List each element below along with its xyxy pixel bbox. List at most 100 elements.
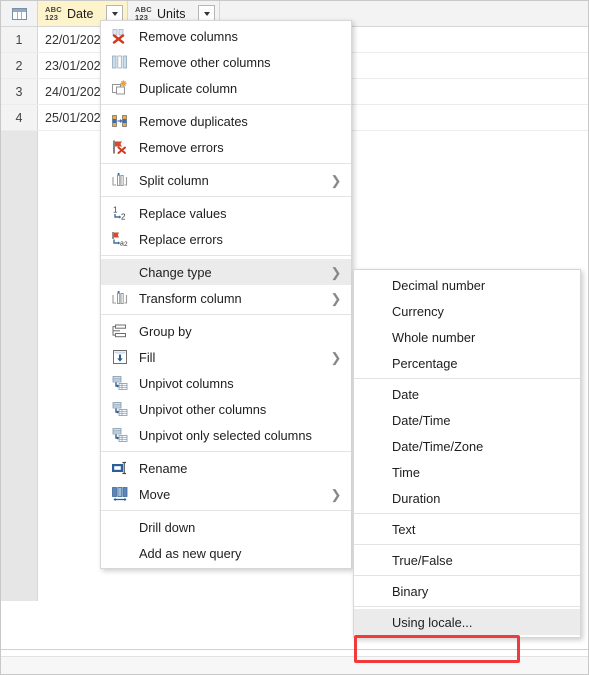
menu-item-label: Unpivot other columns	[139, 401, 267, 417]
submenu-item-duration[interactable]: Duration	[354, 485, 580, 511]
menu-item-label: Move	[139, 486, 171, 502]
submenu-item-using-locale[interactable]: Using locale...	[354, 609, 580, 635]
menu-item-transform-column[interactable]: Transform column ❯	[101, 285, 351, 311]
submenu-item-currency[interactable]: Currency	[354, 298, 580, 324]
submenu-item-whole-number[interactable]: Whole number	[354, 324, 580, 350]
submenu-item-binary[interactable]: Binary	[354, 578, 580, 604]
menu-separator	[101, 196, 351, 197]
menu-item-unpivot-only-selected-columns[interactable]: Unpivot only selected columns	[101, 422, 351, 448]
menu-separator	[101, 451, 351, 452]
group-by-icon	[107, 321, 133, 341]
menu-item-label: Replace errors	[139, 231, 223, 247]
menu-item-remove-errors[interactable]: Remove errors	[101, 134, 351, 160]
menu-item-label: Currency	[392, 303, 444, 319]
row-number: 4	[1, 105, 38, 130]
menu-item-drill-down[interactable]: Drill down	[101, 514, 351, 540]
column-header-label: Date	[67, 6, 94, 21]
menu-separator	[101, 255, 351, 256]
menu-item-rename[interactable]: Rename	[101, 455, 351, 481]
change-type-submenu[interactable]: Decimal number Currency Whole number Per…	[353, 269, 581, 638]
menu-item-replace-errors[interactable]: a 2 Replace errors	[101, 226, 351, 252]
menu-item-label: Remove columns	[139, 28, 238, 44]
menu-item-label: Duration	[392, 490, 441, 506]
menu-separator	[101, 104, 351, 105]
table-icon	[11, 7, 27, 20]
menu-item-label: Group by	[139, 323, 192, 339]
menu-item-replace-values[interactable]: 1 2 Replace values	[101, 200, 351, 226]
fill-icon	[107, 347, 133, 367]
submenu-item-date-time[interactable]: Date/Time	[354, 407, 580, 433]
no-icon	[107, 543, 133, 563]
no-icon	[107, 517, 133, 537]
unpivot-icon	[107, 425, 133, 445]
chevron-right-icon: ❯	[330, 172, 342, 188]
menu-item-label: Time	[392, 464, 420, 480]
menu-item-remove-other-columns[interactable]: Remove other columns	[101, 49, 351, 75]
menu-item-label: Text	[392, 521, 416, 537]
menu-item-label: Duplicate column	[139, 80, 238, 96]
row-number: 2	[1, 53, 38, 78]
unpivot-icon	[107, 399, 133, 419]
menu-item-label: Binary	[392, 583, 429, 599]
menu-item-label: Fill	[139, 349, 156, 365]
menu-item-move[interactable]: Move ❯	[101, 481, 351, 507]
submenu-item-decimal-number[interactable]: Decimal number	[354, 272, 580, 298]
power-query-editor-window: ABC 123 Date ABC 123 Units 1 22/01/202 2…	[0, 0, 589, 675]
abc123-icon: ABC 123	[45, 4, 62, 22]
chevron-down-icon	[111, 11, 118, 16]
chevron-down-icon	[203, 11, 210, 16]
menu-item-fill[interactable]: Fill ❯	[101, 344, 351, 370]
chevron-right-icon: ❯	[330, 290, 342, 306]
submenu-item-percentage[interactable]: Percentage	[354, 350, 580, 376]
menu-item-label: True/False	[392, 552, 453, 568]
menu-item-group-by[interactable]: Group by	[101, 318, 351, 344]
menu-separator	[354, 378, 580, 379]
row-number: 3	[1, 79, 38, 104]
transform-column-icon	[107, 288, 133, 308]
menu-item-label: Transform column	[139, 290, 242, 306]
menu-separator	[101, 163, 351, 164]
menu-item-unpivot-other-columns[interactable]: Unpivot other columns	[101, 396, 351, 422]
status-bar-strip	[1, 656, 588, 674]
menu-item-change-type[interactable]: Change type ❯	[101, 259, 351, 285]
menu-item-label: Drill down	[139, 519, 196, 535]
status-bar	[1, 649, 588, 674]
remove-columns-icon-svg	[112, 29, 125, 44]
menu-item-label: Decimal number	[392, 277, 486, 293]
svg-text:1: 1	[113, 206, 118, 215]
menu-item-label: Whole number	[392, 329, 476, 345]
menu-item-duplicate-column[interactable]: Duplicate column	[101, 75, 351, 101]
remove-errors-icon	[107, 137, 133, 157]
menu-separator	[101, 510, 351, 511]
menu-item-label: Unpivot columns	[139, 375, 234, 391]
submenu-item-time[interactable]: Time	[354, 459, 580, 485]
menu-item-label: Replace values	[139, 205, 227, 221]
column-header-label: Units	[157, 6, 186, 21]
chevron-right-icon: ❯	[330, 264, 342, 280]
chevron-right-icon: ❯	[330, 349, 342, 365]
menu-item-label: Remove other columns	[139, 54, 271, 70]
svg-text:2: 2	[124, 241, 128, 247]
menu-item-label: Change type	[139, 264, 212, 280]
chevron-right-icon: ❯	[330, 486, 342, 502]
menu-separator	[101, 314, 351, 315]
menu-item-remove-columns[interactable]: Remove columns	[101, 23, 351, 49]
menu-separator	[354, 606, 580, 607]
submenu-item-text[interactable]: Text	[354, 516, 580, 542]
column-context-menu[interactable]: Remove columns Remove other columns Dupl…	[100, 20, 352, 569]
menu-separator	[354, 575, 580, 576]
submenu-item-date-time-zone[interactable]: Date/Time/Zone	[354, 433, 580, 459]
replace-errors-icon: a 2	[107, 229, 133, 249]
menu-item-split-column[interactable]: Split column ❯	[101, 167, 351, 193]
submenu-item-date[interactable]: Date	[354, 381, 580, 407]
menu-item-label: Remove errors	[139, 139, 224, 155]
select-all-corner[interactable]	[1, 1, 38, 26]
submenu-item-true-false[interactable]: True/False	[354, 547, 580, 573]
menu-item-unpivot-columns[interactable]: Unpivot columns	[101, 370, 351, 396]
menu-item-remove-duplicates[interactable]: Remove duplicates	[101, 108, 351, 134]
menu-item-label: Add as new query	[139, 545, 242, 561]
move-icon	[107, 484, 133, 504]
svg-text:2: 2	[121, 213, 126, 222]
menu-item-add-as-new-query[interactable]: Add as new query	[101, 540, 351, 566]
duplicate-column-icon	[107, 78, 133, 98]
